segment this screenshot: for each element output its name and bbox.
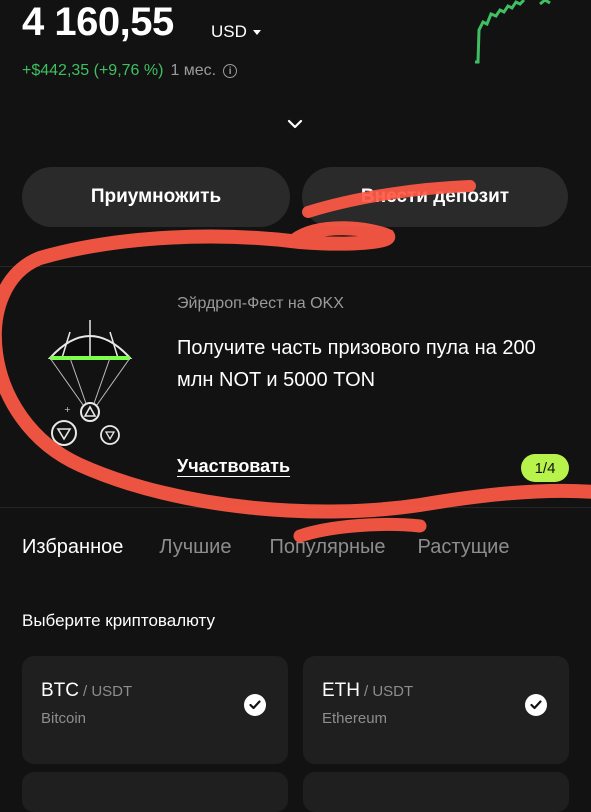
coin-card-btc[interactable]: BTC / USDT Bitcoin xyxy=(22,656,288,764)
market-tabs: Избранное Лучшие Популярные Растущие xyxy=(22,536,509,559)
coin-symbol-row: ETH / USDT xyxy=(322,680,413,702)
promo-pager: 1/4 xyxy=(521,454,569,482)
coin-card-next[interactable] xyxy=(303,772,569,812)
balance-change-row: +$442,35 (+9,76 %) 1 мес. i xyxy=(22,62,238,80)
coin-pair: / USDT xyxy=(83,683,133,700)
tab-growing[interactable]: Растущие xyxy=(418,536,510,559)
multiply-button[interactable]: Приумножить xyxy=(22,167,290,227)
currency-selector[interactable]: USD xyxy=(211,22,261,42)
coin-pair: / USDT xyxy=(364,683,414,700)
info-icon[interactable]: i xyxy=(223,64,238,78)
parachute-illustration: + xyxy=(47,320,133,446)
promo-subtitle: Эйрдроп-Фест на OKX xyxy=(177,295,344,312)
tab-popular[interactable]: Популярные xyxy=(269,536,385,559)
check-icon[interactable] xyxy=(244,694,266,716)
section-title: Выберите криптовалюту xyxy=(22,611,215,630)
divider xyxy=(0,507,591,508)
promo-title: Получите часть призового пула на 200 млн… xyxy=(177,337,536,391)
coin-symbol: ETH xyxy=(322,680,360,701)
balance-change: +$442,35 (+9,76 %) xyxy=(22,62,164,79)
coin-symbol: BTC xyxy=(41,680,79,701)
deposit-button[interactable]: Внести депозит xyxy=(302,167,568,227)
tab-best[interactable]: Лучшие xyxy=(159,536,231,559)
svg-text:+: + xyxy=(64,405,71,414)
coin-name: Bitcoin xyxy=(41,710,87,727)
balance-period: 1 мес. xyxy=(170,62,217,79)
coin-symbol-row: BTC / USDT xyxy=(41,680,132,702)
coin-card-next[interactable] xyxy=(22,772,288,812)
tab-favorites[interactable]: Избранное xyxy=(22,536,123,559)
balance-amount: 4 160,55 xyxy=(22,0,174,44)
balance-sparkline xyxy=(475,0,551,64)
check-icon[interactable] xyxy=(525,694,547,716)
participate-link[interactable]: Участвовать xyxy=(177,456,290,477)
coin-card-eth[interactable]: ETH / USDT Ethereum xyxy=(303,656,569,764)
currency-label: USD xyxy=(211,22,247,41)
coin-name: Ethereum xyxy=(322,710,388,727)
chevron-down-icon[interactable] xyxy=(283,114,307,134)
caret-down-icon xyxy=(252,29,261,35)
